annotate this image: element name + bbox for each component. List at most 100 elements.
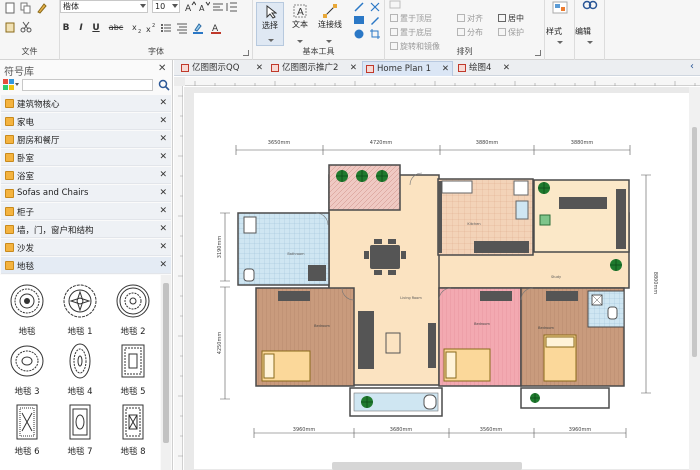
copy-icon[interactable] (20, 2, 32, 14)
library-category[interactable]: 地毯 ✕ (1, 257, 171, 274)
chevron-left-icon[interactable]: ‹ (690, 61, 694, 72)
close-icon[interactable]: ✕ (159, 224, 167, 234)
tab-document[interactable]: 亿图图示推广2 ✕ (268, 61, 360, 76)
horizontal-scrollbar-thumb[interactable] (332, 462, 522, 470)
close-icon[interactable]: ✕ (159, 152, 167, 162)
close-icon[interactable]: ✕ (159, 260, 167, 270)
subscript-icon[interactable]: x2 (132, 22, 144, 34)
close-icon[interactable]: ✕ (159, 206, 167, 216)
pen-icon[interactable] (369, 14, 381, 26)
shape-rug[interactable]: 地毯 7 (55, 397, 105, 457)
oval-rug-icon (10, 345, 44, 377)
center-button[interactable]: 居中 (498, 13, 524, 24)
line-spacing-icon[interactable] (226, 1, 238, 13)
text-tool-button[interactable]: A 文本 (286, 2, 314, 46)
grow-font-icon[interactable]: A (184, 1, 196, 13)
format-painter-icon[interactable] (36, 2, 48, 14)
shape-rug[interactable]: 地毯 (2, 277, 52, 337)
styles-icon[interactable] (552, 1, 568, 15)
italic-button[interactable]: I (75, 22, 87, 34)
search-icon[interactable] (158, 79, 170, 91)
send-to-bottom-label: 置于底层 (400, 28, 432, 37)
close-icon[interactable]: ✕ (159, 242, 167, 252)
align-text-icon[interactable] (212, 1, 224, 13)
new-document-icon[interactable] (4, 2, 16, 14)
close-icon[interactable]: ✕ (159, 170, 167, 180)
library-search-input[interactable] (22, 79, 153, 91)
library-category[interactable]: 浴室 ✕ (1, 167, 171, 184)
library-category[interactable]: 建筑物核心 ✕ (1, 95, 171, 112)
protect-button[interactable]: 保护 (498, 27, 524, 38)
close-tab-icon[interactable]: ✕ (350, 61, 357, 75)
font-color-icon[interactable]: A (210, 22, 222, 34)
library-scrollbar[interactable] (161, 275, 171, 470)
shrink-font-icon[interactable]: A (198, 1, 210, 13)
paste-icon[interactable] (4, 21, 16, 33)
library-category[interactable]: 沙发 ✕ (1, 239, 171, 256)
ellipse-icon[interactable] (353, 28, 365, 40)
library-category[interactable]: Sofas and Chairs ✕ (1, 185, 171, 202)
drawing-page[interactable]: 3650mm 4720mm 3880mm 3880mm 3960mm 3680m… (194, 93, 689, 469)
scrollbar-thumb[interactable] (163, 283, 169, 443)
library-category[interactable]: 柜子 ✕ (1, 203, 171, 220)
line-icon[interactable] (353, 1, 365, 13)
shape-rug[interactable]: 地毯 8 (108, 397, 158, 457)
shape-rug[interactable]: 地毯 6 (2, 397, 52, 457)
find-icon[interactable] (582, 0, 598, 12)
font-name-combo[interactable]: 楷体 (60, 0, 148, 13)
shape-rug[interactable]: 地毯 5 (108, 337, 158, 397)
close-icon[interactable]: ✕ (159, 134, 167, 144)
tab-document[interactable]: 亿图图示QQ ✕ (178, 61, 266, 76)
scrollbar-thumb[interactable] (692, 127, 697, 357)
strikethrough-button[interactable]: abc (107, 22, 125, 34)
group-label-arrange: 排列 (456, 47, 473, 56)
close-tab-icon[interactable]: ✕ (503, 61, 510, 75)
cut-icon[interactable] (20, 21, 32, 33)
close-tab-icon[interactable]: ✕ (256, 61, 263, 75)
shape-rug[interactable]: 地毯 2 (108, 277, 158, 337)
close-icon[interactable]: ✕ (159, 116, 167, 126)
align-button[interactable]: 对齐 (457, 13, 483, 24)
close-library-icon[interactable]: ✕ (158, 64, 166, 74)
shape-rug[interactable]: 地毯 4 (55, 337, 105, 397)
font-dialog-launcher[interactable] (243, 50, 249, 56)
distribute-button[interactable]: 分布 (457, 27, 483, 38)
shape-rug[interactable]: 地毯 3 (2, 337, 52, 397)
cross-icon[interactable] (369, 1, 381, 13)
category-icon (5, 243, 14, 252)
document-tabs: 亿图图示QQ ✕ 亿图图示推广2 ✕ Home Plan 1 ✕ 绘图4 ✕ ‹ (174, 60, 700, 76)
chevron-down-icon[interactable] (15, 83, 19, 86)
superscript-icon[interactable]: x2 (146, 22, 158, 34)
edit-button[interactable]: 编辑 (575, 26, 591, 37)
font-size-combo[interactable]: 10 (152, 0, 180, 13)
tab-home-plan[interactable]: Home Plan 1 ✕ (362, 61, 453, 76)
underline-button[interactable]: U (90, 22, 102, 34)
bring-to-top-button[interactable]: 置于顶层 (390, 13, 432, 24)
crop-icon[interactable] (369, 28, 381, 40)
close-icon[interactable]: ✕ (159, 188, 167, 198)
floor-plan[interactable]: 3650mm 4720mm 3880mm 3880mm 3960mm 3680m… (194, 93, 689, 469)
rect-rug-icon (121, 344, 145, 378)
library-category[interactable]: 墙，门，窗户和结构 ✕ (1, 221, 171, 238)
vertical-scrollbar[interactable] (689, 87, 700, 470)
highlight-color-icon[interactable] (192, 22, 204, 34)
library-category[interactable]: 家电 ✕ (1, 113, 171, 130)
bold-button[interactable]: B (60, 22, 72, 34)
close-tab-icon[interactable]: ✕ (442, 62, 449, 76)
select-tool-button[interactable]: 选择 (256, 2, 284, 46)
arrange-dialog-launcher[interactable] (535, 50, 541, 56)
bullet-list-icon[interactable] (160, 22, 172, 34)
send-to-bottom-button[interactable]: 置于底层 (390, 27, 432, 38)
close-icon[interactable]: ✕ (159, 98, 167, 108)
library-category[interactable]: 卧室 ✕ (1, 149, 171, 166)
paragraph-icon[interactable] (176, 22, 188, 34)
shape-rug[interactable]: 地毯 1 (55, 277, 105, 337)
connector-tool-button[interactable]: 连接线 (315, 2, 345, 46)
drawing-canvas[interactable]: 3650mm 4720mm 3880mm 3880mm 3960mm 3680m… (184, 87, 700, 470)
library-category[interactable]: 厨房和餐厅 ✕ (1, 131, 171, 148)
styles-button[interactable]: 样式 (546, 26, 562, 37)
bring-forward-icon[interactable] (389, 0, 401, 12)
library-grid-icon[interactable] (3, 79, 15, 91)
tab-document[interactable]: 绘图4 ✕ (455, 61, 513, 76)
rectangle-icon[interactable] (353, 14, 365, 26)
